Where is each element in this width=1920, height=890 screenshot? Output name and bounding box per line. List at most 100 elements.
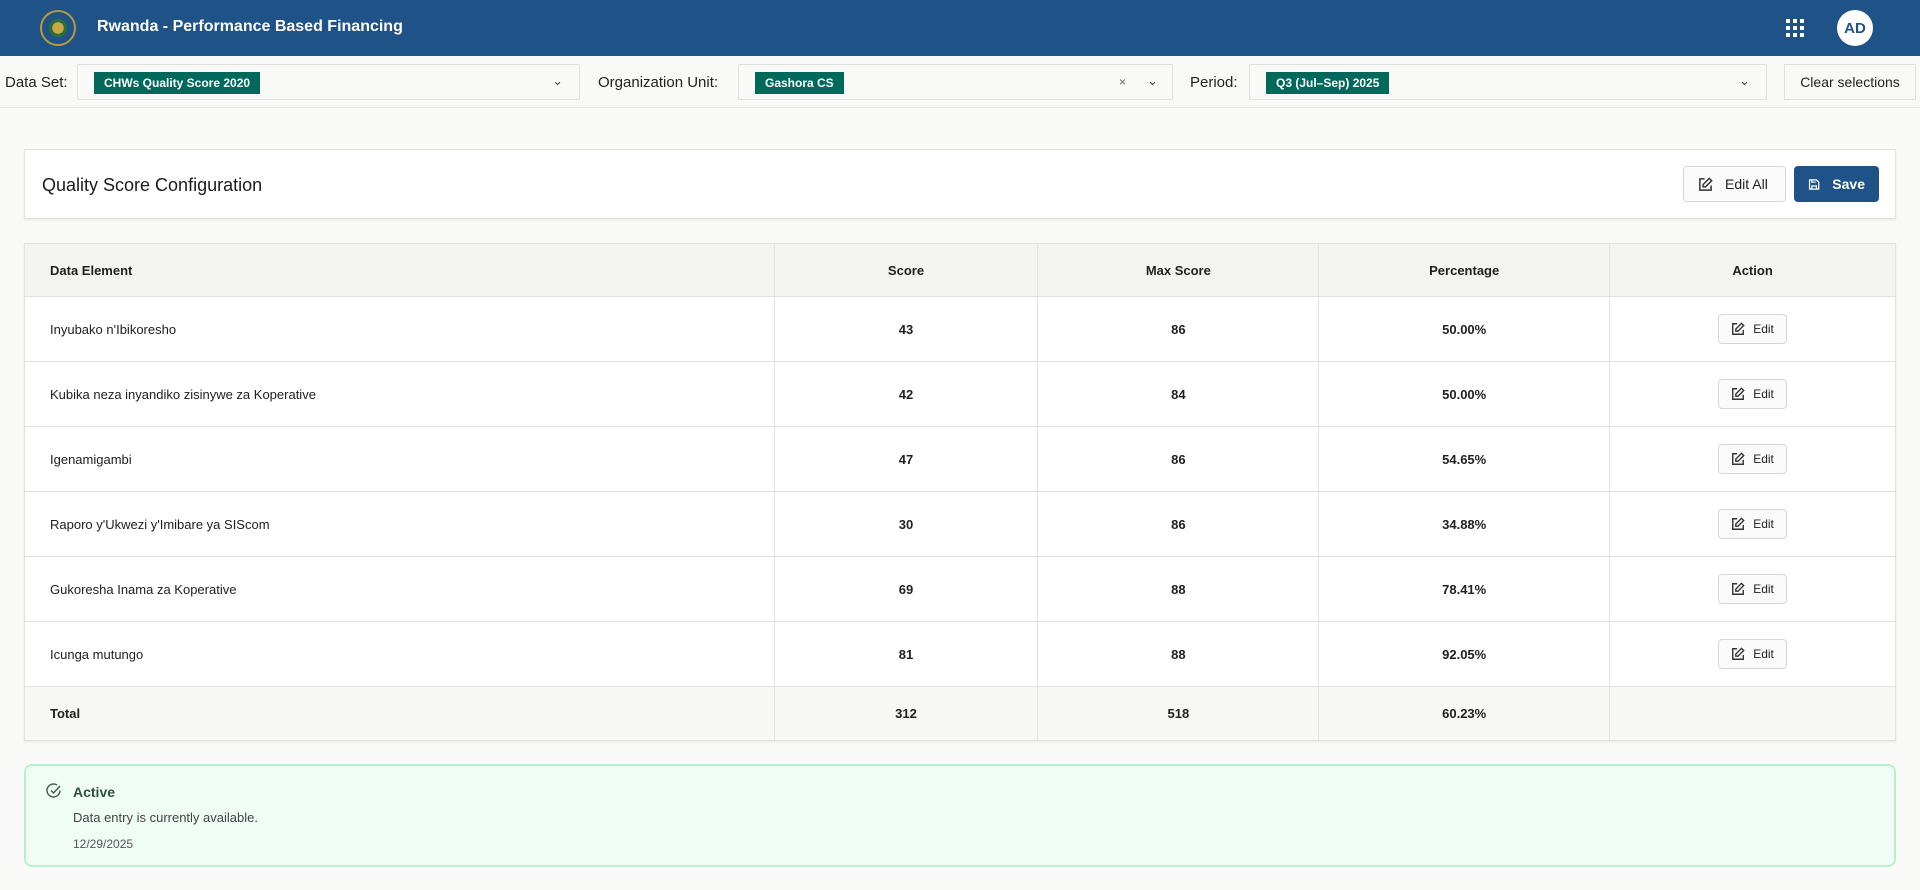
edit-label: Edit [1753, 452, 1774, 466]
edit-label: Edit [1753, 582, 1774, 596]
score-cell: 42 [773, 361, 1039, 427]
config-header-card: Quality Score Configuration Edit All Sav… [24, 149, 1896, 219]
check-circle-icon [46, 783, 61, 798]
percentage-cell: 78.41% [1318, 556, 1611, 622]
column-header: Data Element [24, 243, 775, 297]
data-element-cell: Igenamigambi [24, 426, 775, 492]
save-icon [1808, 178, 1820, 190]
action-cell: Edit [1609, 491, 1896, 557]
action-cell: Edit [1609, 556, 1896, 622]
quality-score-table: Data Element Score Max Score Percentage … [24, 243, 1896, 741]
total-max-score: 518 [1037, 686, 1320, 741]
user-avatar[interactable]: AD [1837, 10, 1873, 46]
org-unit-select[interactable]: Gashora CS × ⌄ [738, 64, 1173, 100]
table-row: Inyubako n'Ibikoresho 43 86 50.00% Edit [24, 296, 1896, 362]
score-cell: 47 [773, 426, 1039, 492]
table-row: Raporo y'Ukwezi y'Imibare ya SIScom 30 8… [24, 491, 1896, 557]
action-cell: Edit [1609, 361, 1896, 427]
chevron-down-icon[interactable]: ⌄ [1147, 73, 1158, 89]
chevron-down-icon[interactable]: ⌄ [1739, 73, 1750, 89]
edit-all-button[interactable]: Edit All [1683, 166, 1786, 202]
edit-icon [1732, 322, 1745, 335]
column-header: Percentage [1318, 243, 1611, 297]
dataset-select[interactable]: CHWs Quality Score 2020 ⌄ [77, 64, 580, 100]
data-element-cell: Raporo y'Ukwezi y'Imibare ya SIScom [24, 491, 775, 557]
edit-row-button[interactable]: Edit [1718, 639, 1787, 669]
total-action-cell [1609, 686, 1896, 741]
period-chip: Q3 (Jul–Sep) 2025 [1266, 72, 1390, 94]
score-cell: 81 [773, 621, 1039, 687]
column-header: Max Score [1037, 243, 1320, 297]
table-header-row: Data Element Score Max Score Percentage … [24, 243, 1896, 297]
total-percentage: 60.23% [1318, 686, 1611, 741]
percentage-cell: 54.65% [1318, 426, 1611, 492]
table-row: Igenamigambi 47 86 54.65% Edit [24, 426, 1896, 492]
status-title: Active [73, 784, 116, 800]
data-element-cell: Kubika neza inyandiko zisinywe za Kopera… [24, 361, 775, 427]
data-element-cell: Inyubako n'Ibikoresho [24, 296, 775, 362]
score-cell: 69 [773, 556, 1039, 622]
save-label: Save [1832, 176, 1865, 192]
save-button[interactable]: Save [1794, 166, 1879, 202]
edit-icon [1699, 176, 1713, 191]
total-label: Total [24, 686, 775, 741]
app-title: Rwanda - Performance Based Financing [97, 18, 403, 35]
edit-label: Edit [1753, 517, 1774, 531]
max-score-cell: 88 [1037, 556, 1320, 622]
table-row: Gukoresha Inama za Koperative 69 88 78.4… [24, 556, 1896, 622]
rwanda-emblem-logo [40, 10, 76, 46]
table-row: Kubika neza inyandiko zisinywe za Kopera… [24, 361, 1896, 427]
edit-row-button[interactable]: Edit [1718, 574, 1787, 604]
edit-icon [1732, 452, 1745, 465]
status-banner: Active Data entry is currently available… [24, 764, 1896, 867]
edit-icon [1732, 582, 1745, 595]
max-score-cell: 86 [1037, 491, 1320, 557]
status-message: Data entry is currently available. [73, 810, 258, 825]
edit-icon [1732, 647, 1745, 660]
edit-row-button[interactable]: Edit [1718, 379, 1787, 409]
total-row: Total 312 518 60.23% [24, 686, 1896, 741]
column-header: Action [1609, 243, 1896, 297]
action-cell: Edit [1609, 426, 1896, 492]
data-element-cell: Icunga mutungo [24, 621, 775, 687]
edit-all-label: Edit All [1725, 176, 1768, 192]
column-header: Score [773, 243, 1039, 297]
score-cell: 30 [773, 491, 1039, 557]
action-cell: Edit [1609, 621, 1896, 687]
org-unit-chip: Gashora CS [755, 72, 844, 94]
edit-label: Edit [1753, 322, 1774, 336]
action-cell: Edit [1609, 296, 1896, 362]
data-element-cell: Gukoresha Inama za Koperative [24, 556, 775, 622]
max-score-cell: 86 [1037, 426, 1320, 492]
clear-selections-button[interactable]: Clear selections [1784, 64, 1916, 100]
chevron-down-icon[interactable]: ⌄ [552, 73, 563, 89]
percentage-cell: 92.05% [1318, 621, 1611, 687]
edit-icon [1732, 387, 1745, 400]
apps-grid-icon[interactable] [1786, 19, 1804, 37]
dataset-chip: CHWs Quality Score 2020 [94, 72, 261, 94]
filter-bar: Data Set: CHWs Quality Score 2020 ⌄ Orga… [0, 56, 1920, 108]
max-score-cell: 84 [1037, 361, 1320, 427]
top-app-bar: Rwanda - Performance Based Financing AD [0, 0, 1920, 56]
clear-icon[interactable]: × [1119, 75, 1126, 89]
status-date: 12/29/2025 [73, 837, 134, 851]
total-score: 312 [773, 686, 1039, 741]
edit-row-button[interactable]: Edit [1718, 509, 1787, 539]
table-row: Icunga mutungo 81 88 92.05% Edit [24, 621, 1896, 687]
score-cell: 43 [773, 296, 1039, 362]
edit-label: Edit [1753, 387, 1774, 401]
edit-row-button[interactable]: Edit [1718, 444, 1787, 474]
percentage-cell: 50.00% [1318, 296, 1611, 362]
edit-row-button[interactable]: Edit [1718, 314, 1787, 344]
percentage-cell: 34.88% [1318, 491, 1611, 557]
edit-icon [1732, 517, 1745, 530]
period-label: Period: [1190, 74, 1238, 91]
edit-label: Edit [1753, 647, 1774, 661]
percentage-cell: 50.00% [1318, 361, 1611, 427]
max-score-cell: 88 [1037, 621, 1320, 687]
dataset-label: Data Set: [5, 74, 68, 91]
max-score-cell: 86 [1037, 296, 1320, 362]
org-unit-label: Organization Unit: [598, 74, 719, 91]
page-title: Quality Score Configuration [42, 175, 263, 195]
period-select[interactable]: Q3 (Jul–Sep) 2025 ⌄ [1249, 64, 1767, 100]
